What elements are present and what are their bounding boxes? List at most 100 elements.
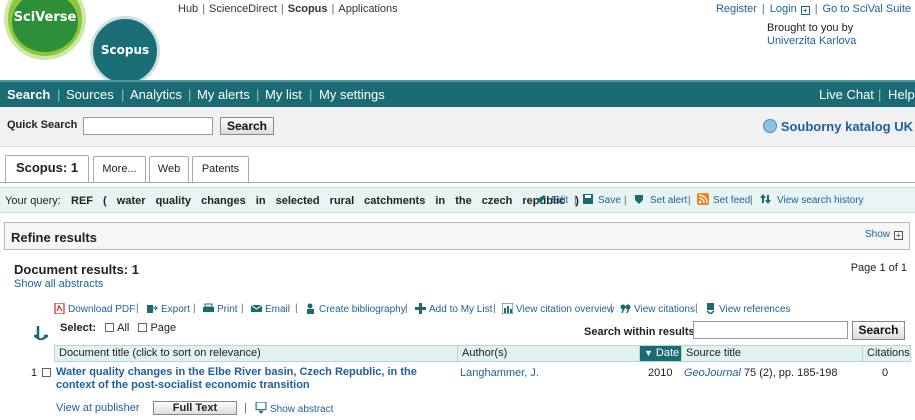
scopus-logo-text: Scopus	[100, 43, 150, 57]
search-within-label: Search within results	[584, 326, 695, 338]
save-icon[interactable]	[582, 193, 594, 205]
rss-feed-icon[interactable]	[697, 193, 709, 205]
toolbar-separator: |	[295, 303, 298, 314]
katalog-link[interactable]: Souborny katalog UK	[762, 119, 913, 134]
column-header-authors[interactable]: Author(s)	[457, 346, 639, 361]
login-link[interactable]: Login	[770, 3, 797, 15]
mainnav-my-alerts[interactable]: My alerts	[197, 87, 250, 102]
author-link[interactable]: Langhammer, J.	[460, 367, 539, 379]
citation-overview-button[interactable]: View citation overview	[502, 303, 614, 315]
nav-hub[interactable]: Hub	[178, 3, 198, 15]
column-header-citations[interactable]: Citations	[862, 346, 910, 361]
search-within-button[interactable]: Search	[852, 321, 905, 340]
scival-link[interactable]: Go to SciVal Suite	[823, 3, 911, 15]
publication-year: 2010	[648, 367, 673, 379]
row-select-checkbox[interactable]	[42, 368, 52, 377]
help-link[interactable]: Help	[888, 87, 915, 102]
katalog-label: Souborny katalog UK	[780, 119, 913, 134]
plus-icon	[415, 303, 426, 314]
edit-link[interactable]: Edit	[551, 195, 568, 206]
print-button[interactable]: Print	[203, 303, 238, 315]
results-toolbar: Download PDF | Export | Print | Email | …	[54, 301, 914, 319]
nav-sciencedirect[interactable]: ScienceDirect	[209, 3, 277, 15]
show-all-abstracts-link[interactable]: Show all abstracts	[14, 278, 103, 290]
citation-overview-label: View citation overview	[516, 304, 615, 315]
create-bibliography-label: Create bibliography	[319, 304, 406, 315]
page-indicator: Page 1 of 1	[850, 262, 907, 274]
login-expand-icon[interactable]: +	[800, 6, 810, 15]
abstract-icon	[255, 402, 267, 414]
mainnav-my-settings[interactable]: My settings	[319, 87, 385, 102]
toolbar-separator: |	[610, 303, 613, 314]
quick-search-label: Quick Search	[7, 119, 78, 131]
bibliography-icon	[307, 303, 314, 314]
set-feed-link[interactable]: Set feed	[713, 195, 750, 206]
toolbar-separator: |	[493, 303, 496, 314]
document-title-link[interactable]: Water quality changes in the Elbe River …	[56, 366, 456, 392]
save-link[interactable]: Save	[598, 195, 621, 206]
mainnav-analytics[interactable]: Analytics	[130, 87, 182, 102]
set-alert-link[interactable]: Set alert	[650, 195, 687, 206]
live-chat-link[interactable]: Live Chat	[819, 87, 874, 102]
refine-show-link[interactable]: Show +	[865, 229, 903, 240]
export-icon	[147, 305, 158, 313]
select-all-checkbox[interactable]	[105, 323, 115, 332]
email-button[interactable]: Email	[251, 303, 290, 315]
select-label: Select:	[60, 322, 97, 334]
column-header-date-label: Date	[655, 347, 680, 359]
mainnav-my-list[interactable]: My list	[265, 87, 302, 102]
edit-icon[interactable]	[535, 193, 547, 205]
refine-results-panel[interactable]: Refine results Show +	[4, 222, 910, 250]
view-at-publisher-link[interactable]: View at publisher	[56, 402, 140, 414]
mainnav-sources[interactable]: Sources	[66, 87, 114, 102]
view-references-label: View references	[719, 304, 791, 315]
main-navigation: Search | Sources | Analytics | My alerts…	[0, 80, 915, 107]
expand-icon: +	[894, 231, 903, 240]
nav-applications[interactable]: Applications	[338, 3, 397, 15]
select-arrow-icon	[34, 326, 48, 340]
column-header-date[interactable]: ▼ Date	[639, 346, 681, 361]
email-label: Email	[265, 304, 291, 315]
view-citations-button[interactable]: View citations	[620, 303, 695, 315]
show-abstract-link[interactable]: Show abstract	[255, 402, 333, 415]
row-action-separator: |	[244, 402, 247, 414]
quick-search-button[interactable]: Search	[220, 117, 274, 135]
header: SciVerse Scopus Hub | ScienceDirect | Scopus…	[0, 0, 915, 80]
view-citations-label: View citations	[634, 304, 695, 315]
query-separator: |	[574, 195, 577, 206]
select-page-checkbox[interactable]	[138, 323, 148, 332]
search-within-input[interactable]	[693, 321, 848, 339]
refine-show-label: Show	[864, 229, 890, 240]
quick-search-input[interactable]	[83, 117, 213, 135]
export-button[interactable]: Export	[147, 303, 190, 315]
institution-info: Brought to you by Univerzita Karlova	[767, 22, 856, 48]
tab-web[interactable]: Web	[149, 156, 189, 182]
history-icon[interactable]	[760, 193, 772, 205]
nav-separator: |	[256, 87, 260, 102]
view-references-button[interactable]: View references	[705, 303, 791, 315]
download-pdf-button[interactable]: Download PDF	[54, 303, 135, 315]
nav-scopus[interactable]: Scopus	[288, 3, 328, 15]
create-bibliography-button[interactable]: Create bibliography	[305, 303, 406, 315]
column-header-title[interactable]: Document title (click to sort on relevan…	[55, 346, 457, 361]
row-actions: View at publisher |	[56, 402, 158, 414]
register-link[interactable]: Register	[716, 3, 757, 15]
tab-scopus[interactable]: Scopus: 1	[5, 155, 89, 182]
column-header-source[interactable]: Source title	[681, 346, 862, 361]
full-text-button[interactable]: Full Text	[153, 401, 237, 415]
add-to-list-button[interactable]: Add to My List	[415, 303, 492, 315]
tab-patents[interactable]: Patents	[192, 156, 249, 182]
chart-icon	[502, 303, 513, 314]
query-separator: |	[750, 195, 753, 206]
select-page-label: Page	[150, 322, 177, 334]
mainnav-search[interactable]: Search	[7, 87, 50, 102]
pdf-icon	[54, 303, 65, 314]
toolbar-separator: |	[136, 303, 139, 314]
query-separator: |	[688, 195, 691, 206]
tab-more[interactable]: More...	[93, 156, 146, 182]
institution-link[interactable]: Univerzita Karlova	[767, 35, 856, 48]
alert-icon[interactable]	[633, 193, 645, 205]
journal-link[interactable]: GeoJournal	[684, 367, 741, 379]
search-history-link[interactable]: View search history	[777, 195, 864, 206]
nav-separator: |	[57, 87, 61, 102]
